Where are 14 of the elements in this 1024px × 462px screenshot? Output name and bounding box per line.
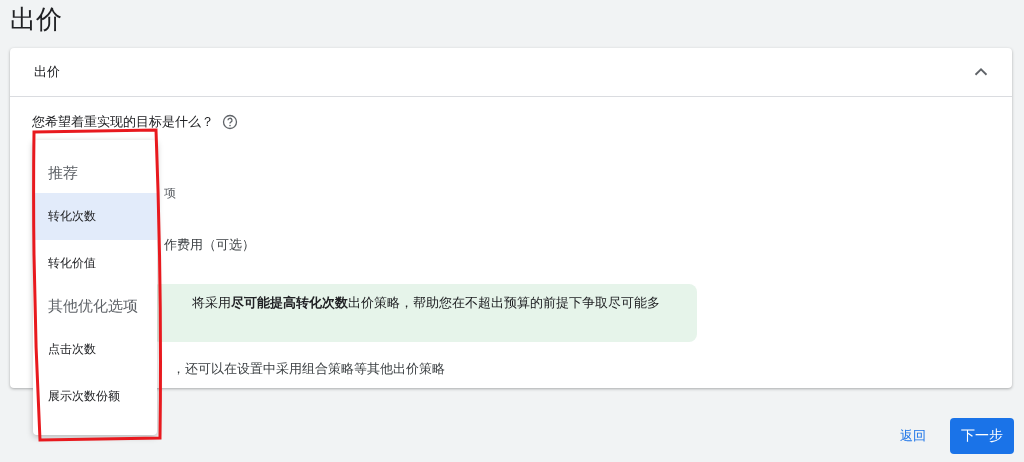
menu-item[interactable]: 展示次数份额 (33, 373, 157, 420)
menu-item[interactable]: 转化次数 (33, 193, 157, 240)
card-title: 出价 (34, 63, 60, 81)
page-title: 出价 (9, 3, 63, 36)
menu-group-header: 其他优化选项 (47, 296, 139, 317)
next-button[interactable]: 下一步 (950, 418, 1014, 454)
help-icon[interactable] (222, 114, 238, 130)
question-label: 您希望着重实现的目标是什么？ (32, 113, 214, 131)
menu-item[interactable]: 转化价值 (33, 240, 157, 287)
menu-group-header: 推荐 (47, 163, 79, 184)
note-text: ，还可以在设置中采用组合策略等其他出价策略 (172, 360, 446, 378)
back-link[interactable]: 返回 (900, 427, 926, 445)
option-label: 项 (164, 185, 177, 202)
option-label: 作费用（可选） (164, 236, 256, 254)
